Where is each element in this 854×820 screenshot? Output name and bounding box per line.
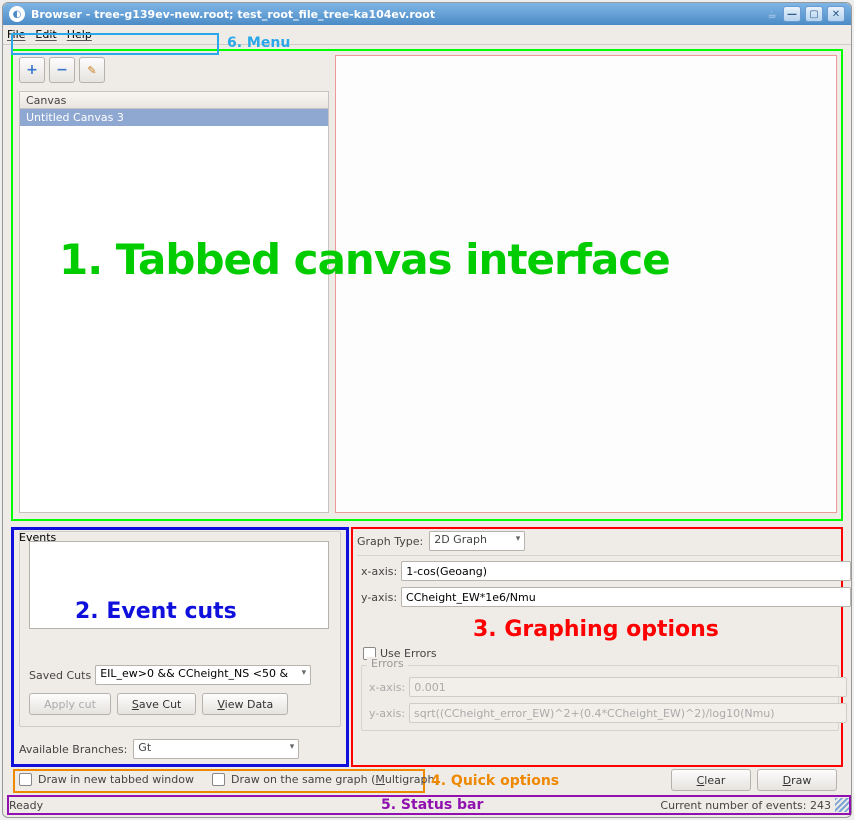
available-branches-select[interactable]: Gt (133, 739, 299, 759)
annot-label-graph: 3. Graphing options (473, 617, 719, 642)
close-button[interactable]: ✕ (827, 6, 845, 22)
canvas-pane[interactable] (335, 55, 837, 513)
saved-cuts-select[interactable]: EIL_ew>0 && CCheight_NS <50 & (95, 665, 311, 685)
edit-canvas-button[interactable]: ✎ (79, 57, 105, 83)
errors-legend: Errors (367, 657, 408, 670)
java-icon: ☕ (767, 8, 777, 21)
status-ready: Ready (9, 799, 43, 812)
graph-type-label: Graph Type: (357, 535, 423, 548)
maximize-button[interactable]: ▢ (805, 6, 823, 22)
save-cut-button[interactable]: Save Cut (117, 693, 196, 715)
canvas-list-header: Canvas (19, 91, 329, 109)
saved-cuts-value: EIL_ew>0 && CCheight_NS <50 & (100, 667, 288, 680)
view-data-button[interactable]: View Data (202, 693, 288, 715)
add-canvas-button[interactable]: + (19, 57, 45, 83)
canvas-toolbar: + − ✎ (19, 57, 105, 83)
resize-grip-icon[interactable] (835, 798, 849, 812)
saved-cuts-label: Saved Cuts (29, 669, 91, 682)
annot-label-canvas: 1. Tabbed canvas interface (59, 235, 670, 284)
titlebar[interactable]: ◐ Browser - tree-g139ev-new.root; test_r… (3, 3, 851, 25)
app-window: ◐ Browser - tree-g139ev-new.root; test_r… (2, 2, 852, 818)
menu-help[interactable]: Help (67, 28, 92, 41)
err-xaxis-label: x-axis: (369, 681, 405, 694)
annot-label-menu: 6. Menu (227, 35, 290, 51)
menu-file[interactable]: File (7, 28, 25, 41)
graph-type-select[interactable]: 2D Graph (429, 531, 525, 551)
canvas-list[interactable]: Untitled Canvas 3 (19, 109, 329, 513)
xaxis-input[interactable] (401, 561, 851, 581)
canvas-list-item[interactable]: Untitled Canvas 3 (20, 109, 328, 126)
annot-label-events: 2. Event cuts (75, 599, 237, 624)
err-yaxis-input (409, 703, 847, 723)
menubar: File Edit Help (3, 25, 851, 45)
yaxis-label: y-axis: (361, 591, 397, 604)
annot-label-quick: 4. Quick options (431, 773, 559, 789)
minimize-button[interactable]: — (783, 6, 801, 22)
menu-edit[interactable]: Edit (35, 28, 56, 41)
available-branches-label: Available Branches: (19, 743, 127, 756)
window-title: Browser - tree-g139ev-new.root; test_roo… (31, 8, 761, 21)
yaxis-input[interactable] (401, 587, 851, 607)
status-events: Current number of events: 243 (660, 799, 831, 812)
multigraph-label: Draw on the same graph (Multigraph) (231, 773, 439, 786)
annot-label-status: 5. Status bar (381, 797, 483, 813)
xaxis-label: x-axis: (361, 565, 397, 578)
draw-button[interactable]: Draw (757, 769, 837, 791)
new-window-label: Draw in new tabbed window (38, 773, 194, 786)
pencil-icon: ✎ (87, 64, 96, 77)
new-window-checkbox[interactable] (19, 773, 32, 786)
err-xaxis-input (409, 677, 847, 697)
remove-canvas-button[interactable]: − (49, 57, 75, 83)
content-area: + − ✎ Canvas Untitled Canvas 3 1. Tabbed… (3, 45, 851, 817)
apply-cut-button[interactable]: Apply cut (29, 693, 111, 715)
multigraph-checkbox[interactable] (212, 773, 225, 786)
available-branches-value: Gt (138, 741, 151, 754)
graph-type-value: 2D Graph (434, 533, 487, 546)
clear-button[interactable]: Clear (671, 769, 751, 791)
app-icon: ◐ (9, 6, 25, 22)
err-yaxis-label: y-axis: (369, 707, 405, 720)
